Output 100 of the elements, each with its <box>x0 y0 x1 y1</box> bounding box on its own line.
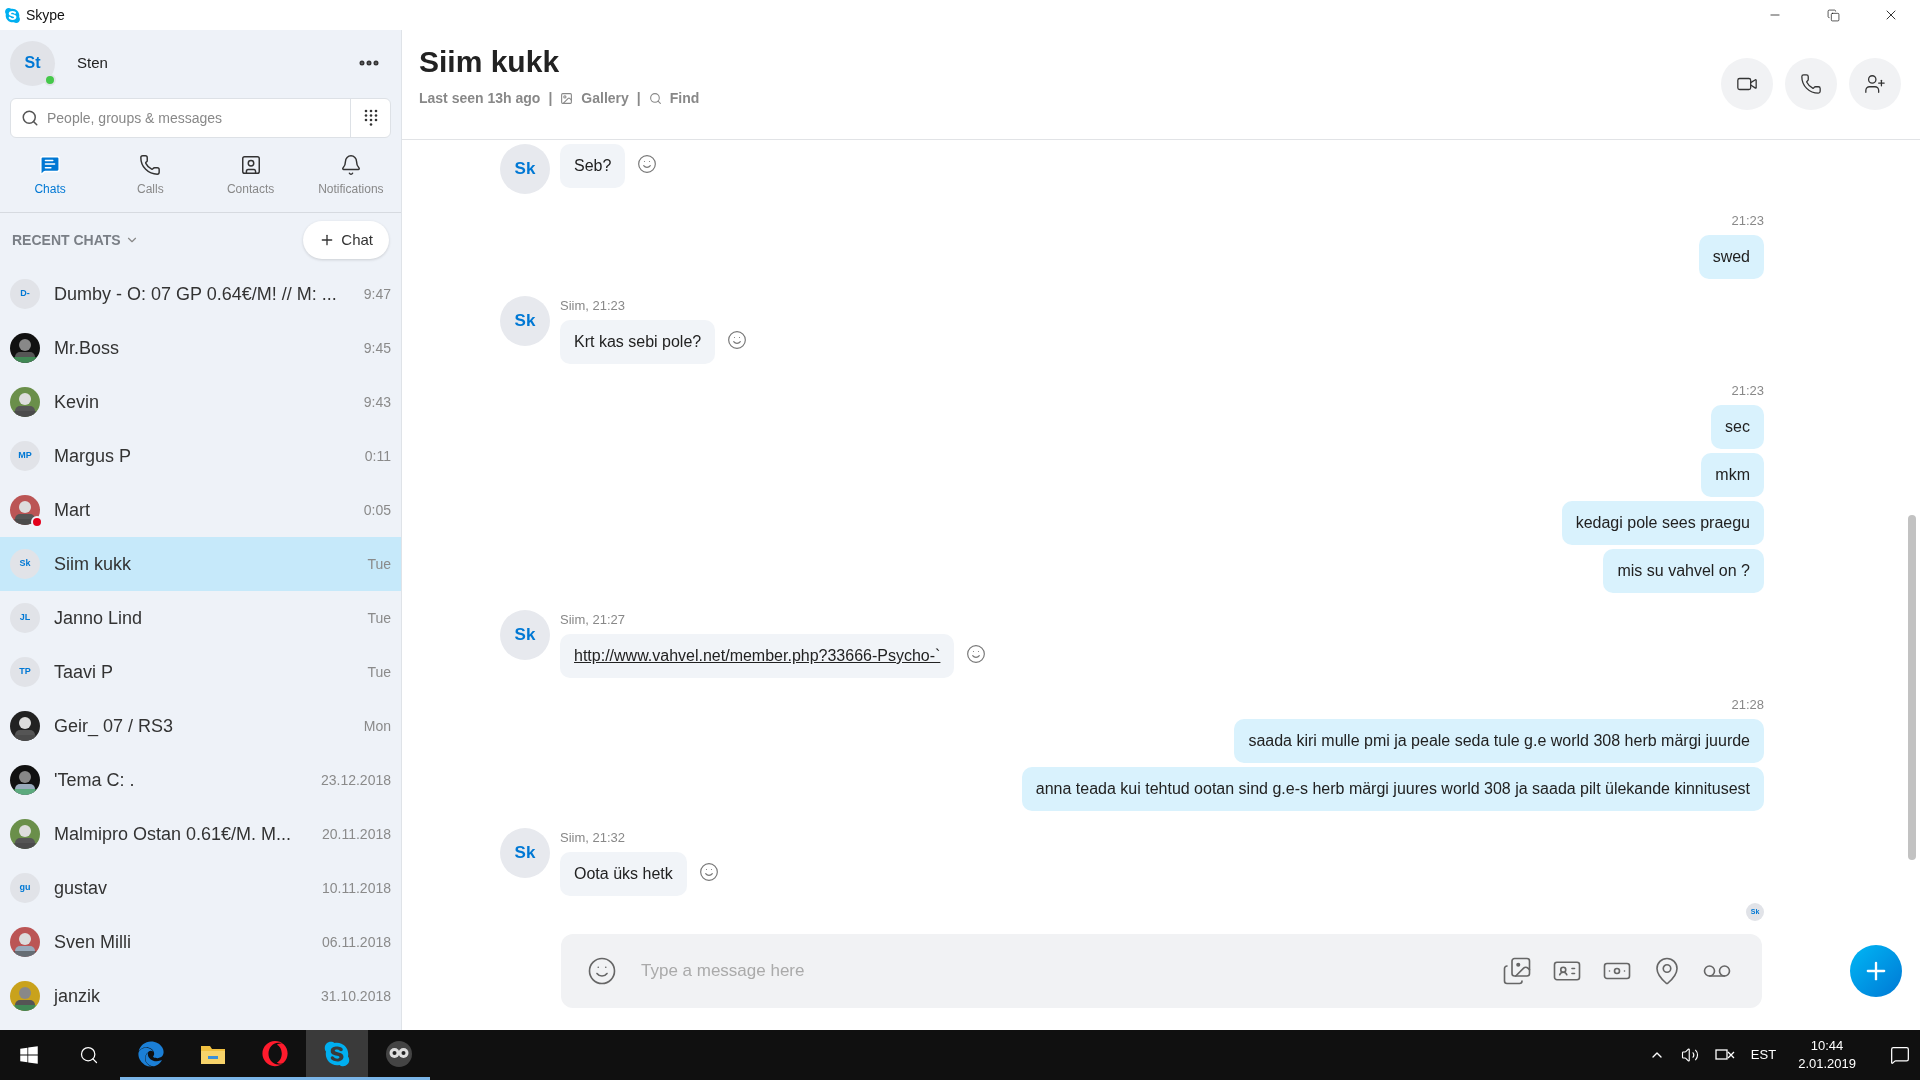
notifications-icon[interactable] <box>1890 1045 1910 1065</box>
sender-time: Siim, 21:23 <box>560 296 626 315</box>
dialpad-icon[interactable] <box>363 109 378 127</box>
scrollbar-thumb[interactable] <box>1908 515 1916 860</box>
reaction-icon[interactable] <box>698 862 719 882</box>
chat-list-item[interactable]: 'Tema C: . 23.12.2018 <box>0 753 401 807</box>
sender-avatar: Sk <box>500 609 550 660</box>
emoji-icon[interactable] <box>587 956 617 986</box>
message-bubble: mis su vahvel on ? <box>1603 548 1764 593</box>
message-bubble: swed <box>1698 234 1764 279</box>
avatar-initials: JL <box>10 603 40 633</box>
volume-icon[interactable] <box>1680 1046 1699 1064</box>
section-heading: RECENT CHATS <box>12 230 121 250</box>
message-bubble: Krt kas sebi pole? <box>560 320 716 364</box>
chat-list-item[interactable]: JL Janno Lind Tue <box>0 591 401 645</box>
chat-name: Kevin <box>54 390 100 414</box>
sender-avatar: Sk <box>500 144 550 194</box>
new-chat-button[interactable]: Chat <box>303 221 389 259</box>
avatar-initials: gu <box>10 873 40 903</box>
chat-list-item[interactable]: janzik 31.10.2018 <box>0 969 401 1023</box>
owl-icon[interactable] <box>385 1039 413 1068</box>
separator: | <box>636 89 641 108</box>
message-composer[interactable]: Type a message here <box>561 934 1762 1008</box>
chat-name: janzik <box>54 984 101 1008</box>
network-icon[interactable] <box>1714 1047 1735 1063</box>
message-input[interactable]: Type a message here <box>641 958 1502 984</box>
sender-avatar: Sk <box>500 827 550 878</box>
clock-date[interactable]: 2.01.2019 <box>1798 1055 1856 1073</box>
chat-list-item[interactable]: gu gustav 10.11.2018 <box>0 861 401 915</box>
sender-time: Siim, 21:32 <box>560 828 626 847</box>
search-icon <box>648 92 662 105</box>
chat-time: 9:43 <box>362 392 391 412</box>
chat-list-item[interactable]: Malmipro Ostan 0.61€/M. M... 20.11.2018 <box>0 807 401 861</box>
reaction-icon[interactable] <box>637 154 658 174</box>
avatar-initials: MP <box>10 441 40 471</box>
message-link[interactable]: http://www.vahvel.net/member.php?33666-Psycho-` <box>574 647 941 664</box>
add-person-button[interactable] <box>1849 58 1901 110</box>
search-icon[interactable] <box>79 1045 99 1065</box>
message-bubble: sec <box>1711 404 1764 449</box>
profile-avatar[interactable]: St <box>10 40 55 86</box>
chat-time: 9:45 <box>362 338 391 358</box>
message-bubble: saada kiri mulle pmi ja peale seda tule g.e world 308 herb märgi juurde <box>1234 718 1764 763</box>
chat-list-item[interactable]: Geir_ 07 / RS3 Mon <box>0 699 401 753</box>
chat-time: Tue <box>366 662 391 682</box>
find-link[interactable]: Find <box>669 88 700 109</box>
skype-icon[interactable] <box>323 1039 351 1068</box>
reaction-icon[interactable] <box>727 330 748 350</box>
chat-name: Siim kukk <box>54 552 131 576</box>
chat-name: Malmipro Ostan 0.61€/M. M... <box>54 822 292 846</box>
search-icon <box>21 109 39 127</box>
avatar-initials: TP <box>10 657 40 687</box>
last-seen-text: Last seen 13h ago <box>419 89 541 108</box>
search-bar[interactable]: People, groups & messages <box>10 98 391 138</box>
browser-icon[interactable] <box>138 1040 164 1067</box>
chat-name: Janno Lind <box>54 606 143 630</box>
gallery-link[interactable]: Gallery <box>581 88 629 109</box>
chat-time: 06.11.2018 <box>320 932 391 952</box>
chat-list-item[interactable]: TP Taavi P Tue <box>0 645 401 699</box>
window-title: Skype <box>26 5 65 25</box>
opera-icon[interactable] <box>262 1040 288 1067</box>
language-indicator[interactable]: EST <box>1750 1045 1777 1065</box>
images-icon[interactable] <box>1502 956 1532 986</box>
chat-list-item[interactable]: Kevin 9:43 <box>0 375 401 429</box>
message-time: 21:23 <box>1731 212 1764 230</box>
message-time: 21:23 <box>1731 382 1764 400</box>
avatar-initials: Sk <box>10 549 40 579</box>
search-input[interactable]: People, groups & messages <box>47 107 350 129</box>
message-bubble: Oota üks hetk <box>560 852 687 896</box>
reaction-icon[interactable] <box>966 644 987 664</box>
chat-time: 10.11.2018 <box>320 878 391 898</box>
chat-list-item[interactable]: Mr.Boss 9:45 <box>0 321 401 375</box>
add-button[interactable] <box>1850 945 1902 997</box>
message-bubble: kedagi pole sees praegu <box>1561 500 1764 545</box>
chat-time: 9:47 <box>362 284 391 304</box>
video-call-button[interactable] <box>1721 58 1773 110</box>
chat-name: Taavi P <box>54 660 114 684</box>
conversation-title: Siim kukk <box>419 44 561 80</box>
clock-time[interactable]: 10:44 <box>1810 1037 1844 1055</box>
chat-list-item[interactable]: D- Dumby - O: 07 GP 0.64€/M! // M: ... 9:47 <box>0 267 401 321</box>
chat-icon <box>39 154 62 176</box>
chat-list-item[interactable]: Mart 0:05 <box>0 483 401 537</box>
chat-time: Tue <box>366 608 391 628</box>
bell-icon <box>339 154 362 176</box>
start-icon[interactable] <box>19 1045 39 1065</box>
chat-list-item[interactable]: Sk Siim kukk Tue <box>0 537 401 591</box>
phone-icon <box>139 154 162 176</box>
chat-name: Geir_ 07 / RS3 <box>54 714 174 739</box>
nav-tab[interactable]: Chats <box>0 150 101 202</box>
sender-time: Siim, 21:27 <box>560 610 626 629</box>
message-bubble: mkm <box>1701 452 1764 497</box>
chat-time: 31.10.2018 <box>319 986 391 1006</box>
chat-name: Dumby - O: 07 GP 0.64€/M! // M: ... <box>54 282 337 306</box>
add-person-icon <box>1864 73 1886 95</box>
chat-list-item[interactable]: MP Margus P 0:11 <box>0 429 401 483</box>
chat-list-item[interactable]: Sven Milli 06.11.2018 <box>0 915 401 969</box>
chat-time: 0:05 <box>362 500 391 520</box>
chat-time: Mon <box>362 716 391 736</box>
separator: | <box>548 89 553 108</box>
message-bubble: Seb? <box>560 144 626 188</box>
audio-call-button[interactable] <box>1785 58 1837 110</box>
